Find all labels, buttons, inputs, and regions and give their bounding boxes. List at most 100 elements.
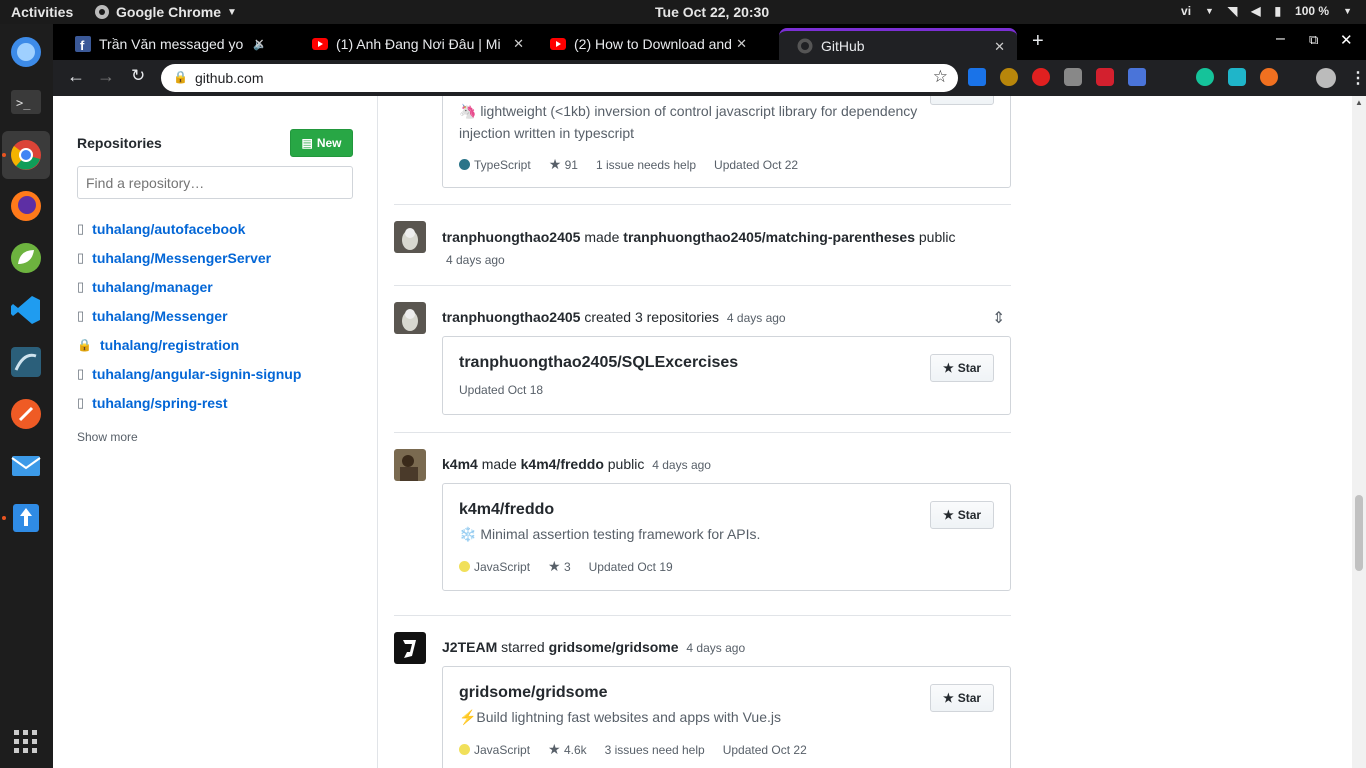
tab-youtube-2[interactable]: (2) How to Download and ✕ bbox=[532, 28, 759, 60]
firefox-icon[interactable] bbox=[8, 188, 44, 224]
avatar[interactable] bbox=[394, 221, 426, 253]
extension-icon[interactable] bbox=[1260, 68, 1278, 86]
minimize-icon[interactable]: – bbox=[1276, 30, 1285, 48]
close-icon[interactable]: ✕ bbox=[736, 36, 747, 52]
repo-item[interactable]: ▯ tuhalang/angular-signin-signup bbox=[77, 359, 301, 388]
input-language[interactable]: vi bbox=[1181, 4, 1191, 18]
time-ago[interactable]: 4 days ago bbox=[686, 641, 745, 655]
browser-app-icon[interactable] bbox=[8, 34, 44, 70]
extension-icon[interactable] bbox=[1228, 68, 1246, 86]
close-icon[interactable]: ✕ bbox=[513, 36, 524, 52]
tab-facebook[interactable]: f Trần Văn messaged yo 🔈 ✕ bbox=[57, 28, 277, 60]
repo-name-link[interactable]: gridsome/gridsome bbox=[459, 684, 607, 702]
page-scrollbar[interactable]: ▲ bbox=[1352, 96, 1366, 768]
address-bar[interactable]: 🔒 github.com ☆ bbox=[161, 64, 958, 92]
running-indicator bbox=[2, 516, 6, 520]
unfold-icon[interactable]: ⇕ bbox=[992, 308, 1005, 328]
lock-icon: 🔒 bbox=[77, 337, 92, 352]
star-button[interactable]: ★ Star bbox=[930, 501, 994, 529]
vscode-icon[interactable] bbox=[8, 292, 44, 328]
mysql-workbench-icon[interactable] bbox=[8, 344, 44, 380]
time-ago[interactable]: 4 days ago bbox=[727, 311, 786, 325]
chrome-icon[interactable] bbox=[8, 137, 44, 173]
repo-link[interactable]: tuhalang/MessengerServer bbox=[92, 250, 271, 266]
repo-link[interactable]: tuhalang/autofacebook bbox=[92, 221, 245, 237]
scroll-up-arrow-icon[interactable]: ▲ bbox=[1355, 98, 1363, 107]
issues-link[interactable]: 1 issue needs help bbox=[596, 158, 696, 172]
actor-link[interactable]: tranphuongthao2405 bbox=[442, 309, 580, 325]
stars[interactable]: ★ 3 bbox=[548, 558, 571, 575]
repositories-heading: Repositories bbox=[77, 135, 162, 151]
activities-button[interactable]: Activities bbox=[11, 4, 73, 20]
repo-item[interactable]: ▯ tuhalang/autofacebook bbox=[77, 214, 301, 243]
forward-icon[interactable]: → bbox=[97, 66, 115, 87]
actor-link[interactable]: k4m4 bbox=[442, 456, 478, 472]
close-icon[interactable]: ✕ bbox=[994, 39, 1005, 55]
repo-item[interactable]: 🔒 tuhalang/registration bbox=[77, 330, 301, 359]
grammarly-extension-icon[interactable] bbox=[1196, 68, 1214, 86]
repo-link[interactable]: tuhalang/Messenger bbox=[92, 308, 227, 324]
repo-name-link[interactable]: tranphuongthao2405/SQLExcercises bbox=[459, 354, 738, 372]
extension-icon[interactable] bbox=[1064, 68, 1082, 86]
target-link[interactable]: tranphuongthao2405/matching-parentheses bbox=[623, 229, 915, 245]
software-updater-icon[interactable] bbox=[8, 500, 44, 536]
avatar[interactable] bbox=[394, 302, 426, 334]
scrollbar-thumb[interactable] bbox=[1355, 495, 1363, 571]
avatar[interactable] bbox=[394, 632, 426, 664]
new-tab-button[interactable]: + bbox=[1032, 30, 1044, 53]
app-menu[interactable]: Google Chrome ▼ bbox=[94, 4, 237, 20]
tab-title: (1) Anh Đang Nơi Đâu | Mi bbox=[336, 36, 501, 52]
target-link[interactable]: k4m4/freddo bbox=[521, 456, 604, 472]
extension-icon[interactable] bbox=[1096, 68, 1114, 86]
stars[interactable]: ★ 91 bbox=[549, 156, 578, 173]
j2team-extension-icon[interactable] bbox=[968, 68, 986, 86]
close-window-icon[interactable]: ✕ bbox=[1340, 31, 1353, 49]
star-icon: ★ bbox=[942, 361, 954, 375]
repo-link[interactable]: tuhalang/spring-rest bbox=[92, 395, 227, 411]
youtube-icon bbox=[312, 36, 328, 52]
actor-link[interactable]: tranphuongthao2405 bbox=[442, 229, 580, 245]
bookmark-star-icon[interactable]: ☆ bbox=[933, 67, 948, 87]
system-tray[interactable]: vi ▼ ◥ ◀ ▮ 100 % ▼ bbox=[1181, 4, 1352, 18]
tab-youtube-1[interactable]: (1) Anh Đang Nơi Đâu | Mi ✕ bbox=[294, 28, 536, 60]
profile-avatar-icon[interactable] bbox=[1316, 68, 1336, 88]
issues-link[interactable]: 3 issues need help bbox=[605, 743, 705, 757]
time-ago[interactable]: 4 days ago bbox=[652, 458, 711, 472]
postman-icon[interactable] bbox=[8, 396, 44, 432]
new-repo-button[interactable]: ▤ New bbox=[290, 129, 353, 157]
star-button[interactable] bbox=[930, 96, 994, 105]
reload-icon[interactable]: ↻ bbox=[131, 66, 145, 86]
time-ago[interactable]: 4 days ago bbox=[446, 253, 505, 267]
repo-link[interactable]: tuhalang/angular-signin-signup bbox=[92, 366, 301, 382]
more-menu-icon[interactable]: ⋮ bbox=[1350, 68, 1366, 88]
clock[interactable]: Tue Oct 22, 20:30 bbox=[655, 4, 769, 20]
spring-tool-icon[interactable] bbox=[8, 240, 44, 276]
back-icon[interactable]: ← bbox=[67, 66, 85, 87]
target-link[interactable]: gridsome/gridsome bbox=[549, 639, 679, 655]
actor-link[interactable]: J2TEAM bbox=[442, 639, 497, 655]
translate-extension-icon[interactable] bbox=[1128, 68, 1146, 86]
terminal-icon[interactable]: >_ bbox=[8, 84, 44, 120]
avatar[interactable] bbox=[394, 449, 426, 481]
tab-github[interactable]: GitHub ✕ bbox=[779, 28, 1017, 60]
show-more-link[interactable]: Show more bbox=[77, 430, 138, 444]
maximize-icon[interactable]: ⧉ bbox=[1309, 32, 1318, 48]
repo-item[interactable]: ▯ tuhalang/MessengerServer bbox=[77, 243, 301, 272]
repo-name-link[interactable]: k4m4/freddo bbox=[459, 501, 554, 519]
repo-link[interactable]: tuhalang/registration bbox=[100, 337, 239, 353]
star-button[interactable]: ★ Star bbox=[930, 354, 994, 382]
dock: >_ bbox=[0, 24, 53, 768]
extension-icon[interactable] bbox=[1000, 68, 1018, 86]
close-icon[interactable]: ✕ bbox=[254, 36, 265, 52]
star-button[interactable]: ★ Star bbox=[930, 684, 994, 712]
updated-date: Updated Oct 19 bbox=[588, 559, 673, 574]
repo-item[interactable]: ▯ tuhalang/spring-rest bbox=[77, 388, 301, 417]
find-repository-input[interactable] bbox=[77, 166, 353, 199]
show-applications-icon[interactable] bbox=[8, 724, 44, 760]
mail-icon[interactable] bbox=[8, 448, 44, 484]
stars[interactable]: ★ 4.6k bbox=[548, 741, 587, 758]
repo-link[interactable]: tuhalang/manager bbox=[92, 279, 213, 295]
block-extension-icon[interactable] bbox=[1032, 68, 1050, 86]
repo-item[interactable]: ▯ tuhalang/manager bbox=[77, 272, 301, 301]
repo-item[interactable]: ▯ tuhalang/Messenger bbox=[77, 301, 301, 330]
